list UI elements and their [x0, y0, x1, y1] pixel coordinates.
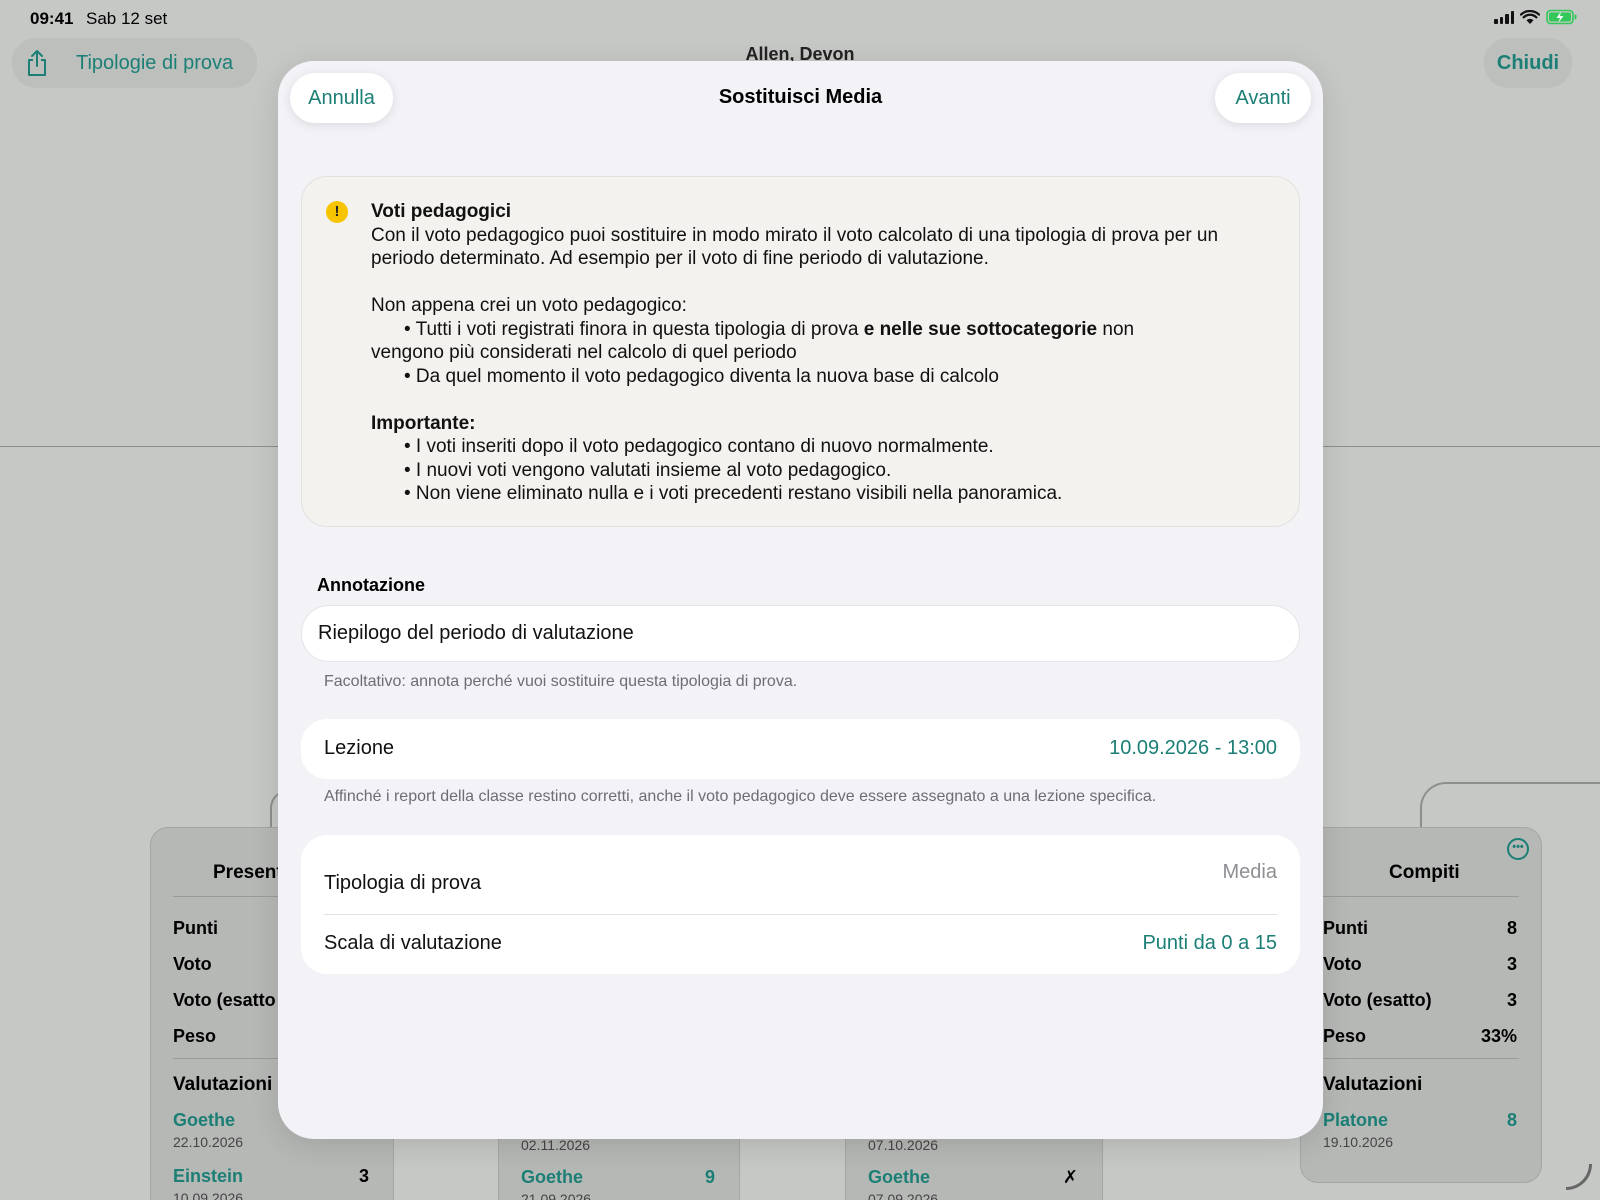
card-row-label: Voto (esatto)	[1323, 990, 1432, 1010]
card-row-value: 8	[1506, 918, 1517, 938]
scale-label: Scala di valutazione	[324, 932, 502, 954]
replace-average-sheet: Annulla Sostituisci Media Avanti ! Voti …	[278, 61, 1323, 1139]
settings-group: Tipologia di prova Media Scala di valuta…	[301, 835, 1300, 974]
grade-entry-link[interactable]: Goethe	[521, 1167, 583, 1188]
card-row-label: Punti	[173, 918, 218, 938]
important-title: Importante:	[371, 412, 476, 434]
lesson-cell[interactable]: Lezione 10.09.2026 - 13:00	[301, 719, 1300, 779]
info-box: ! Voti pedagogici Con il voto pedagogico…	[301, 176, 1300, 527]
info-bullet: • Tutti i voti registrati finora in ques…	[371, 318, 1271, 342]
card-row-label: Punti	[1323, 918, 1368, 938]
card-row-value: 3	[1506, 990, 1517, 1010]
battery-charging-icon	[1546, 9, 1577, 25]
card-section-title: Valutazioni	[1323, 1074, 1423, 1095]
grade-entry-date: 02.11.2026	[521, 1137, 591, 1153]
important-bullet: • I voti inseriti dopo il voto pedagogic…	[404, 436, 994, 457]
warning-icon: !	[326, 201, 348, 223]
card-separator	[1323, 896, 1519, 897]
grade-entry-link[interactable]: Goethe	[868, 1167, 930, 1188]
grade-entry-date: 21.09.2026	[521, 1191, 592, 1200]
card-row-label: Voto	[1323, 954, 1362, 974]
grade-entry-value: 9	[704, 1167, 715, 1187]
info-title: Voti pedagogici	[371, 201, 512, 222]
grade-entry-value: ✗	[1062, 1167, 1078, 1187]
annotation-input[interactable]	[301, 605, 1300, 662]
card-title: Present	[213, 862, 283, 883]
scale-value[interactable]: Punti da 0 a 15	[1142, 932, 1277, 955]
scale-row[interactable]: Scala di valutazione Punti da 0 a 15	[324, 932, 1277, 955]
exam-type-value: Media	[1222, 861, 1277, 883]
grade-entry-link[interactable]: Goethe	[173, 1110, 235, 1131]
info-bullet-continuation: vengono più considerati nel calcolo di q…	[371, 342, 797, 363]
grade-entry-date: 10.09.2026	[173, 1190, 244, 1200]
important-bullet: • I nuovi voti vengono valutati insieme …	[404, 459, 892, 481]
grade-entry-link[interactable]: Einstein	[173, 1166, 243, 1187]
info-intro: Non appena crei un voto pedagogico:	[371, 295, 687, 316]
close-button[interactable]: Chiudi	[1484, 38, 1572, 88]
background-connector	[1420, 782, 1600, 832]
grade-entry-date: 07.10.2026	[868, 1137, 939, 1153]
info-bullet-text: non	[1097, 318, 1135, 340]
more-options-icon[interactable]: •••	[1507, 838, 1529, 860]
cellular-signal-icon	[1494, 10, 1514, 24]
grade-entry-value: 3	[358, 1166, 369, 1186]
card-row-label: Voto (esatto	[173, 990, 276, 1010]
status-icons	[1494, 9, 1578, 25]
sheet-title: Sostituisci Media	[718, 86, 883, 108]
info-text: Voti pedagogici Con il voto pedagogico p…	[371, 200, 1271, 506]
important-bullet: • Non viene eliminato nulla e i voti pre…	[404, 483, 1063, 504]
exam-type-row: Tipologia di prova Media	[324, 861, 1277, 895]
card-separator	[1323, 1058, 1519, 1059]
resize-handle-icon[interactable]	[1566, 1164, 1592, 1190]
annotation-hint: Facoltativo: annota perché vuoi sostitui…	[324, 673, 798, 690]
tipologie-label: Tipologie di prova	[76, 51, 234, 74]
annotation-label: Annotazione	[317, 575, 425, 595]
card-row-label: Peso	[1323, 1026, 1367, 1046]
tipologie-share-pill[interactable]: Tipologie di prova	[12, 38, 257, 88]
card-row-value: 33%	[1480, 1026, 1517, 1046]
exam-type-label: Tipologia di prova	[324, 872, 482, 894]
status-time: 09:41	[30, 9, 74, 28]
wifi-icon	[1520, 9, 1540, 24]
info-bullet-text: • Tutti i voti registrati finora in ques…	[404, 318, 864, 340]
info-paragraph: Con il voto pedagogico puoi sostituire i…	[371, 224, 1219, 270]
grade-entry-link[interactable]: Platone	[1323, 1110, 1388, 1131]
grade-entry-date: 22.10.2026	[173, 1134, 244, 1150]
lesson-label: Lezione	[324, 737, 395, 759]
card-row-label: Peso	[173, 1026, 217, 1046]
info-bullet: • Da quel momento il voto pedagogico div…	[404, 365, 999, 387]
next-button[interactable]: Avanti	[1215, 73, 1311, 123]
grade-entry-date: 19.10.2026	[1323, 1134, 1394, 1150]
status-date: Sab 12 set	[86, 9, 168, 28]
grade-entry-date: 07.09.2026	[868, 1191, 939, 1200]
card-row-value: 3	[1506, 954, 1517, 974]
row-divider	[324, 914, 1277, 915]
grade-entry-value: 8	[1506, 1110, 1517, 1130]
card-section-title: Valutazioni	[173, 1074, 273, 1095]
lesson-value[interactable]: 10.09.2026 - 13:00	[1109, 737, 1277, 760]
lesson-hint: Affinché i report della classe restino c…	[324, 788, 1157, 805]
card-compiti: ••• Compiti Punti 8 Voto 3 Voto (esatto)…	[1300, 827, 1542, 1183]
share-icon	[28, 50, 46, 76]
card-row-label: Voto	[173, 954, 212, 974]
info-bullet-bold: e nelle sue sottocategorie	[863, 318, 1098, 340]
card-title: Compiti	[1389, 862, 1460, 883]
